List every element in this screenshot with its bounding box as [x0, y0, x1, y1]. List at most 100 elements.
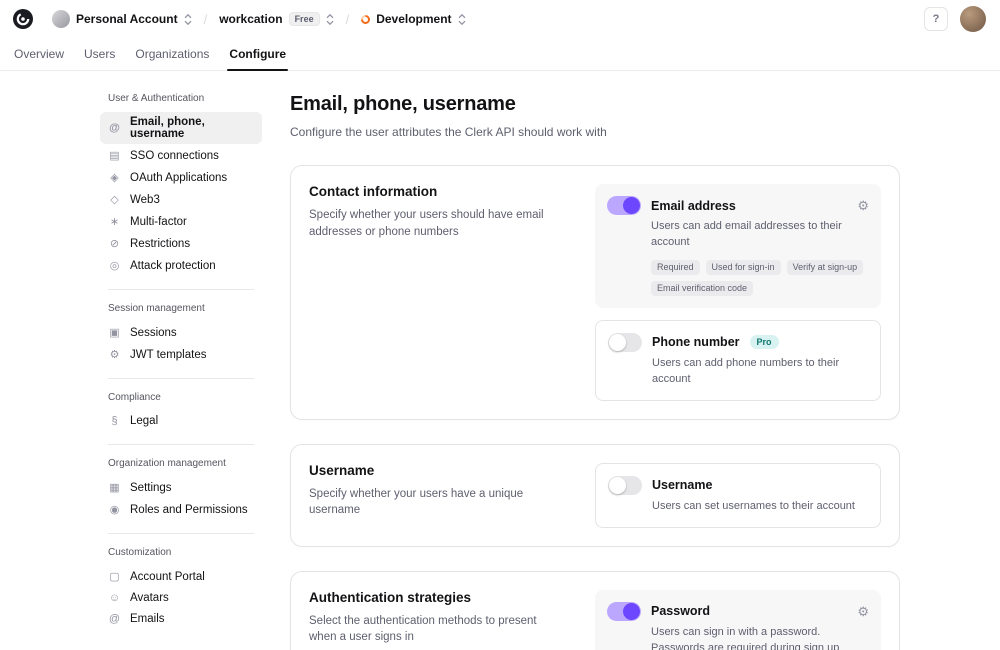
setting-title: Email address — [651, 199, 736, 213]
sidebar-item-label: JWT templates — [130, 349, 206, 361]
sidebar-item-label: SSO connections — [130, 150, 219, 162]
help-button[interactable]: ? — [924, 7, 948, 31]
sessions-icon: ▣ — [108, 326, 121, 339]
sidebar-section-title: Compliance — [108, 392, 262, 403]
card-title: Authentication strategies — [309, 590, 567, 605]
environment-name: Development — [376, 12, 451, 26]
tab-configure[interactable]: Configure — [221, 38, 294, 70]
account-avatar — [52, 10, 70, 28]
sidebar-item-label: Roles and Permissions — [130, 504, 248, 516]
sidebar-item-label: Account Portal — [130, 571, 205, 583]
toggle-knob — [609, 334, 626, 351]
setting-description: Users can add phone numbers to their acc… — [652, 356, 868, 388]
gear-icon[interactable]: ⚙ — [857, 199, 869, 212]
sidebar-item-label: Attack protection — [130, 260, 216, 272]
username-toggle[interactable] — [608, 476, 642, 495]
sidebar-item-sso-connections[interactable]: ▤ SSO connections — [100, 145, 262, 166]
password-toggle[interactable] — [607, 602, 641, 621]
sso-connections-icon: ▤ — [108, 149, 121, 162]
tab-overview[interactable]: Overview — [6, 38, 72, 70]
page-subtitle: Configure the user attributes the Clerk … — [290, 125, 900, 139]
sidebar-item-label: Email, phone, username — [130, 116, 254, 140]
attribute-badge: Required — [651, 260, 700, 275]
setting-title: Username — [652, 478, 712, 492]
page-title: Email, phone, username — [290, 93, 900, 116]
email-address-toggle[interactable] — [607, 196, 641, 215]
setting-title: Phone number — [652, 335, 740, 349]
sidebar-item-label: Multi-factor — [130, 216, 187, 228]
tab-bar: Overview Users Organizations Configure — [0, 38, 1000, 71]
email-address-setting: Email address ⚙ Users can add email addr… — [595, 184, 881, 308]
gear-icon[interactable]: ⚙ — [857, 605, 869, 618]
portal-icon: ▢ — [108, 570, 121, 583]
card-title: Contact information — [309, 184, 567, 199]
multi-factor-icon: ∗ — [108, 215, 121, 228]
clerk-logo-icon[interactable] — [12, 8, 34, 30]
toggle-knob — [623, 603, 640, 620]
topbar: Personal Account / workcation Free / Dev… — [0, 0, 1000, 38]
sidebar-item-jwt-templates[interactable]: ⚙ JWT templates — [100, 344, 262, 365]
setting-description: Users can sign in with a password. Passw… — [651, 625, 869, 650]
attribute-badge: Email verification code — [651, 281, 753, 296]
sidebar-item-label: Settings — [130, 482, 172, 494]
sidebar-divider — [108, 378, 254, 379]
sidebar-item-web3[interactable]: ◇ Web3 — [100, 189, 262, 210]
environment-icon — [359, 13, 372, 26]
card-description: Specify whether your users should have e… — [309, 207, 567, 240]
phone-number-toggle[interactable] — [608, 333, 642, 352]
lock-icon: ⊘ — [108, 237, 121, 250]
oauth-icon: ◈ — [108, 171, 121, 184]
sidebar-item-account-portal[interactable]: ▢ Account Portal — [100, 566, 262, 587]
sidebar-item-restrictions[interactable]: ⊘ Restrictions — [100, 233, 262, 254]
sidebar-item-multi-factor[interactable]: ∗ Multi-factor — [100, 211, 262, 232]
setting-description: Users can set usernames to their account — [652, 499, 868, 515]
chevron-updown-icon — [458, 13, 466, 26]
account-switcher[interactable]: Personal Account — [48, 7, 196, 31]
setting-title: Password — [651, 604, 710, 618]
sidebar-item-label: Legal — [130, 415, 158, 427]
attribute-badge: Verify at sign-up — [787, 260, 864, 275]
username-setting: Username Users can set usernames to thei… — [595, 463, 881, 528]
setting-description: Users can add email addresses to their a… — [651, 219, 869, 251]
user-avatar[interactable] — [960, 6, 986, 32]
card-contact-information: Contact information Specify whether your… — [290, 165, 900, 420]
environment-switcher[interactable]: Development — [357, 9, 469, 29]
sidebar-item-roles-and-permissions[interactable]: ◉ Roles and Permissions — [100, 499, 262, 520]
sidebar-item-label: Avatars — [130, 592, 169, 604]
gear-icon: ⚙ — [108, 348, 121, 361]
tab-users[interactable]: Users — [76, 38, 123, 70]
sidebar-item-email-phone-username[interactable]: @ Email, phone, username — [100, 112, 262, 144]
account-name: Personal Account — [76, 12, 178, 26]
sidebar-item-sessions[interactable]: ▣ Sessions — [100, 322, 262, 343]
sidebar-item-avatars[interactable]: ☺ Avatars — [100, 588, 262, 608]
workspace-switcher[interactable]: workcation Free — [215, 9, 337, 29]
web3-icon: ◇ — [108, 193, 121, 206]
roles-icon: ◉ — [108, 503, 121, 516]
sidebar-item-emails[interactable]: @ Emails — [100, 609, 262, 629]
settings-icon: ▦ — [108, 481, 121, 494]
breadcrumb-separator: / — [204, 12, 208, 27]
pro-badge: Pro — [750, 335, 779, 349]
at-icon: @ — [108, 122, 121, 134]
card-title: Username — [309, 463, 567, 478]
sidebar-item-label: Web3 — [130, 194, 160, 206]
sidebar-item-oauth-applications[interactable]: ◈ OAuth Applications — [100, 167, 262, 188]
sidebar-item-legal[interactable]: § Legal — [100, 411, 262, 431]
password-setting: Password ⚙ Users can sign in with a pass… — [595, 590, 881, 650]
sidebar-item-label: Sessions — [130, 327, 177, 339]
card-description: Specify whether your users have a unique… — [309, 486, 567, 519]
workspace-name: workcation — [219, 12, 282, 26]
sidebar-item-attack-protection[interactable]: ◎ Attack protection — [100, 255, 262, 276]
sidebar: User & Authentication @ Email, phone, us… — [100, 93, 262, 650]
sidebar-section-title: Customization — [108, 547, 262, 558]
sidebar-divider — [108, 289, 254, 290]
sidebar-section-title: User & Authentication — [108, 93, 262, 104]
tab-organizations[interactable]: Organizations — [127, 38, 217, 70]
breadcrumb-separator: / — [346, 12, 350, 27]
sidebar-section-title: Organization management — [108, 458, 262, 469]
toggle-knob — [623, 197, 640, 214]
sidebar-item-settings[interactable]: ▦ Settings — [100, 477, 262, 498]
chevron-updown-icon — [184, 13, 192, 26]
shield-icon: ◎ — [108, 259, 121, 272]
sidebar-divider — [108, 533, 254, 534]
